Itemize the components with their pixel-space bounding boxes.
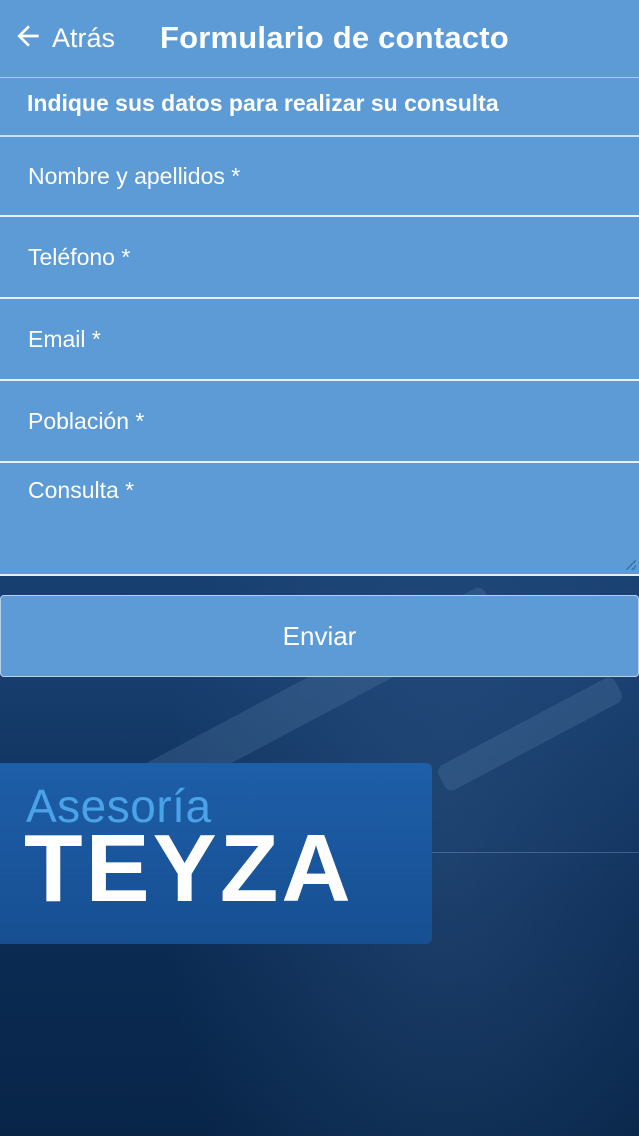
city-field-row [0, 381, 639, 463]
logo-line-2: TEYZA [24, 815, 354, 922]
resize-grip-icon[interactable] [626, 560, 636, 570]
arrow-left-icon [12, 20, 44, 57]
background-streak [435, 674, 625, 794]
page-title: Formulario de contacto [160, 20, 509, 55]
back-label: Atrás [52, 22, 116, 53]
top-bar: Atrás Formulario de contacto [0, 0, 639, 78]
background-line [432, 852, 639, 853]
phone-input[interactable] [0, 217, 639, 297]
city-input[interactable] [0, 381, 639, 461]
send-button[interactable]: Enviar [0, 595, 639, 677]
query-textarea[interactable] [0, 463, 639, 574]
email-field-row [0, 299, 639, 381]
form-instructions: Indique sus datos para realizar su consu… [27, 90, 499, 116]
name-field-row [0, 137, 639, 217]
name-input[interactable] [0, 137, 639, 215]
back-button[interactable]: Atrás [12, 18, 115, 58]
brand-logo: Asesoría TEYZA [0, 763, 432, 944]
phone-field-row [0, 217, 639, 299]
email-input[interactable] [0, 299, 639, 379]
form-instructions-bar: Indique sus datos para realizar su consu… [0, 78, 639, 137]
query-field-row [0, 463, 639, 576]
